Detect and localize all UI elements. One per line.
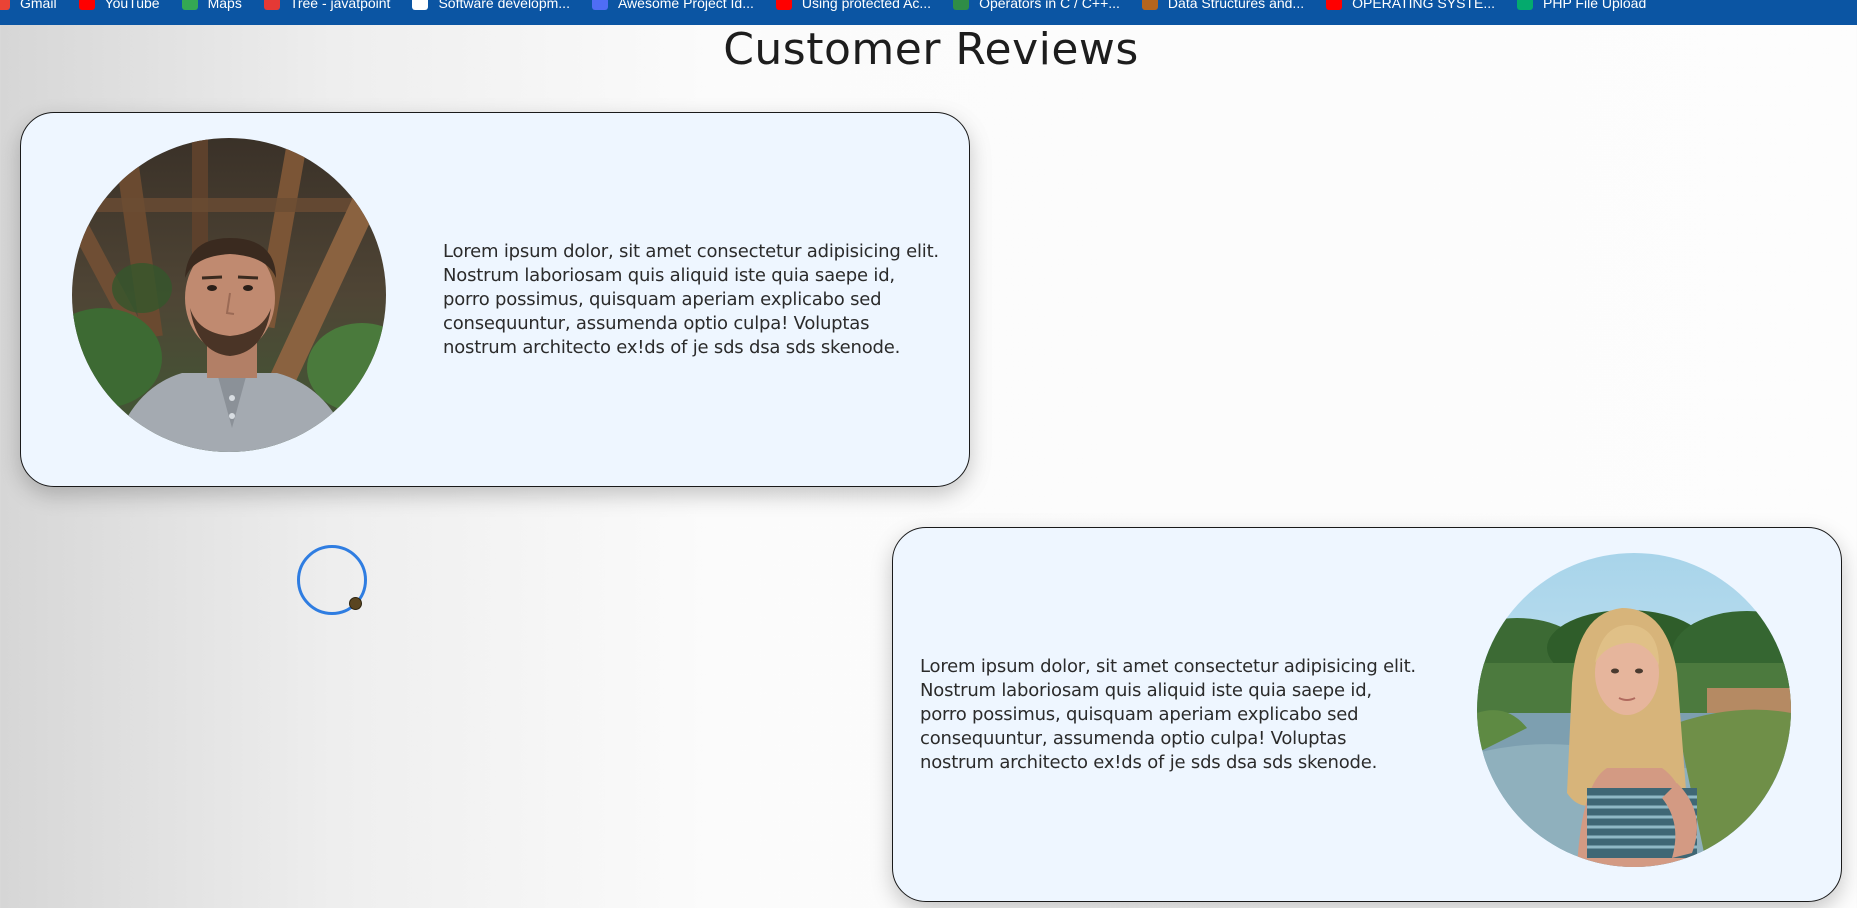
- bookmarks-bar: Gmail YouTube Maps Tree - javatpoint Softwar…: [0, 0, 1857, 25]
- bookmark-label: PHP File Upload: [1543, 0, 1647, 11]
- maps-icon: [181, 0, 198, 10]
- cc-icon: [1141, 0, 1158, 10]
- bookmark-label: Maps: [207, 0, 242, 11]
- bookmark-item[interactable]: Operators in C / C++...: [953, 0, 1120, 13]
- amazon-icon: [412, 0, 429, 10]
- youtube-icon: [78, 0, 95, 10]
- bookmark-label: Software developm...: [438, 0, 570, 11]
- youtube-icon: [775, 0, 792, 10]
- bookmark-item[interactable]: Software developm...: [412, 0, 570, 13]
- bookmark-label: Operators in C / C++...: [979, 0, 1120, 11]
- review-text: Lorem ipsum dolor, sit amet consectetur …: [920, 656, 1416, 773]
- woman-portrait-image: [1477, 553, 1791, 867]
- man-portrait-image: [72, 138, 386, 452]
- bookmark-label: Data Structures and...: [1167, 0, 1305, 11]
- bookmark-item[interactable]: Using protected Ac...: [775, 0, 932, 13]
- review-text: Lorem ipsum dolor, sit amet consectetur …: [443, 241, 939, 358]
- bookmark-item[interactable]: Data Structures and...: [1141, 0, 1305, 13]
- javatpoint-icon: [263, 0, 280, 10]
- bookmark-item[interactable]: Gmail: [0, 0, 57, 13]
- bookmark-item[interactable]: Awesome Project Id...: [591, 0, 754, 13]
- reviewer-avatar: [72, 138, 386, 452]
- geeksforgeeks-icon: [953, 0, 970, 10]
- bookmark-item[interactable]: OPERATING SYSTE...: [1326, 0, 1495, 13]
- bookmark-item[interactable]: Maps: [181, 0, 242, 13]
- youtube-icon: [1326, 0, 1343, 10]
- bookmark-label: YouTube: [104, 0, 160, 11]
- bookmark-label: Using protected Ac...: [801, 0, 932, 11]
- bookmark-label: OPERATING SYSTE...: [1352, 0, 1495, 11]
- bookmark-label: Gmail: [20, 0, 57, 11]
- bookmark-label: Tree - javatpoint: [289, 0, 391, 11]
- page-title: Customer Reviews: [723, 24, 1139, 75]
- bookmark-item[interactable]: YouTube: [78, 0, 160, 13]
- bookmark-item[interactable]: PHP File Upload: [1517, 0, 1646, 13]
- review-card: Lorem ipsum dolor, sit amet consectetur …: [20, 112, 970, 487]
- at-sign-icon: [591, 0, 608, 10]
- bookmark-item[interactable]: Tree - javatpoint: [263, 0, 391, 13]
- review-card: Lorem ipsum dolor, sit amet consectetur …: [892, 527, 1842, 902]
- reviewer-avatar: [1477, 553, 1791, 867]
- bookmarks-list: Gmail YouTube Maps Tree - javatpoint Softwar…: [0, 0, 1668, 13]
- mouse-cursor-icon: [349, 597, 362, 610]
- bookmark-label: Awesome Project Id...: [617, 0, 754, 11]
- gmail-icon: [0, 0, 10, 10]
- w3schools-icon: [1517, 0, 1533, 10]
